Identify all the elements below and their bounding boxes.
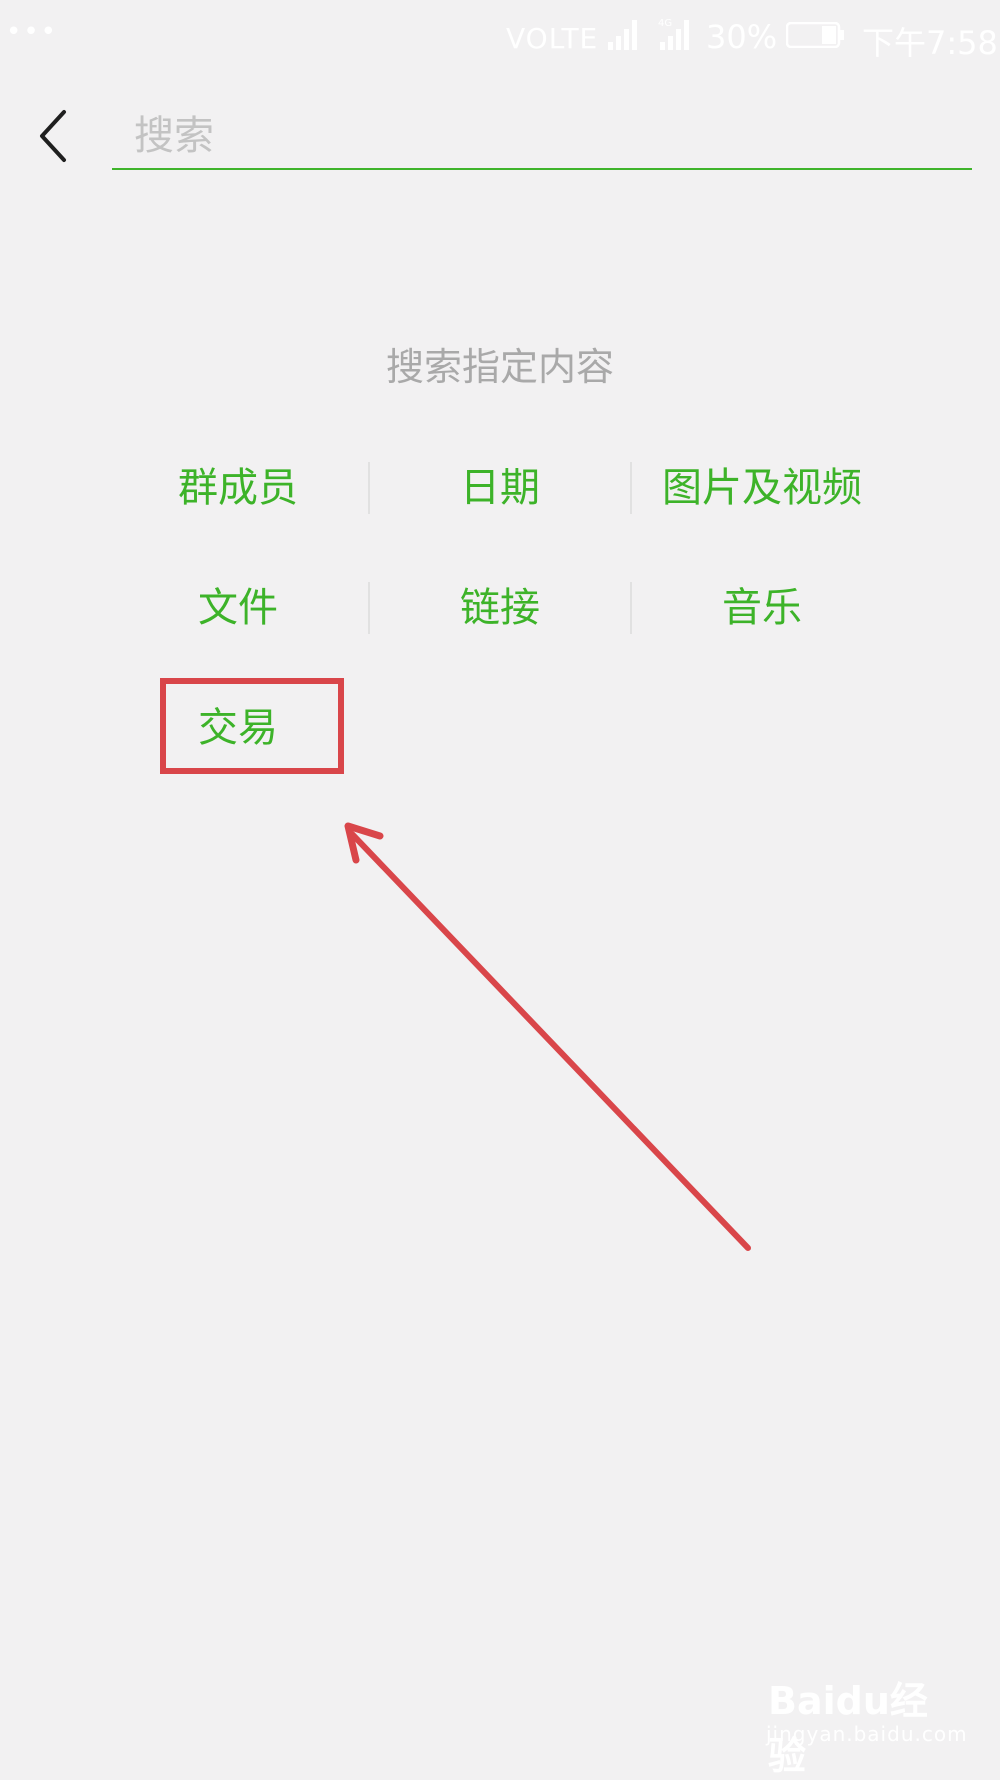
signal-4g-icon: 4G	[658, 18, 689, 50]
option-group-members[interactable]: 群成员	[138, 458, 338, 518]
highlight-box	[160, 678, 344, 774]
option-links[interactable]: 链接	[400, 578, 600, 638]
clock: 下午7:58	[862, 24, 998, 62]
option-date[interactable]: 日期	[400, 458, 600, 518]
option-files[interactable]: 文件	[138, 578, 338, 638]
annotation-arrow	[344, 822, 751, 1251]
battery-percent: 30%	[706, 18, 778, 56]
divider	[368, 462, 370, 514]
volte-indicator: VOLTE	[506, 22, 599, 55]
option-music[interactable]: 音乐	[662, 578, 862, 638]
back-arrow-icon[interactable]	[34, 106, 74, 166]
search-input[interactable]	[112, 104, 972, 170]
divider	[368, 582, 370, 634]
divider	[630, 582, 632, 634]
notification-dots: •••	[6, 17, 59, 47]
svg-text:4G: 4G	[658, 18, 672, 29]
status-bar: ••• VOLTE 4G 30% 下午7:58	[0, 0, 1000, 72]
watermark-url: jingyan.baidu.com	[766, 1722, 968, 1746]
baidu-watermark: Baidu经验 jingyan.baidu.com	[764, 1670, 967, 1778]
option-images-videos[interactable]: 图片及视频	[652, 458, 872, 518]
divider	[630, 462, 632, 514]
battery-icon	[786, 22, 844, 48]
signal-icon	[608, 20, 637, 50]
section-title: 搜索指定内容	[385, 345, 614, 389]
